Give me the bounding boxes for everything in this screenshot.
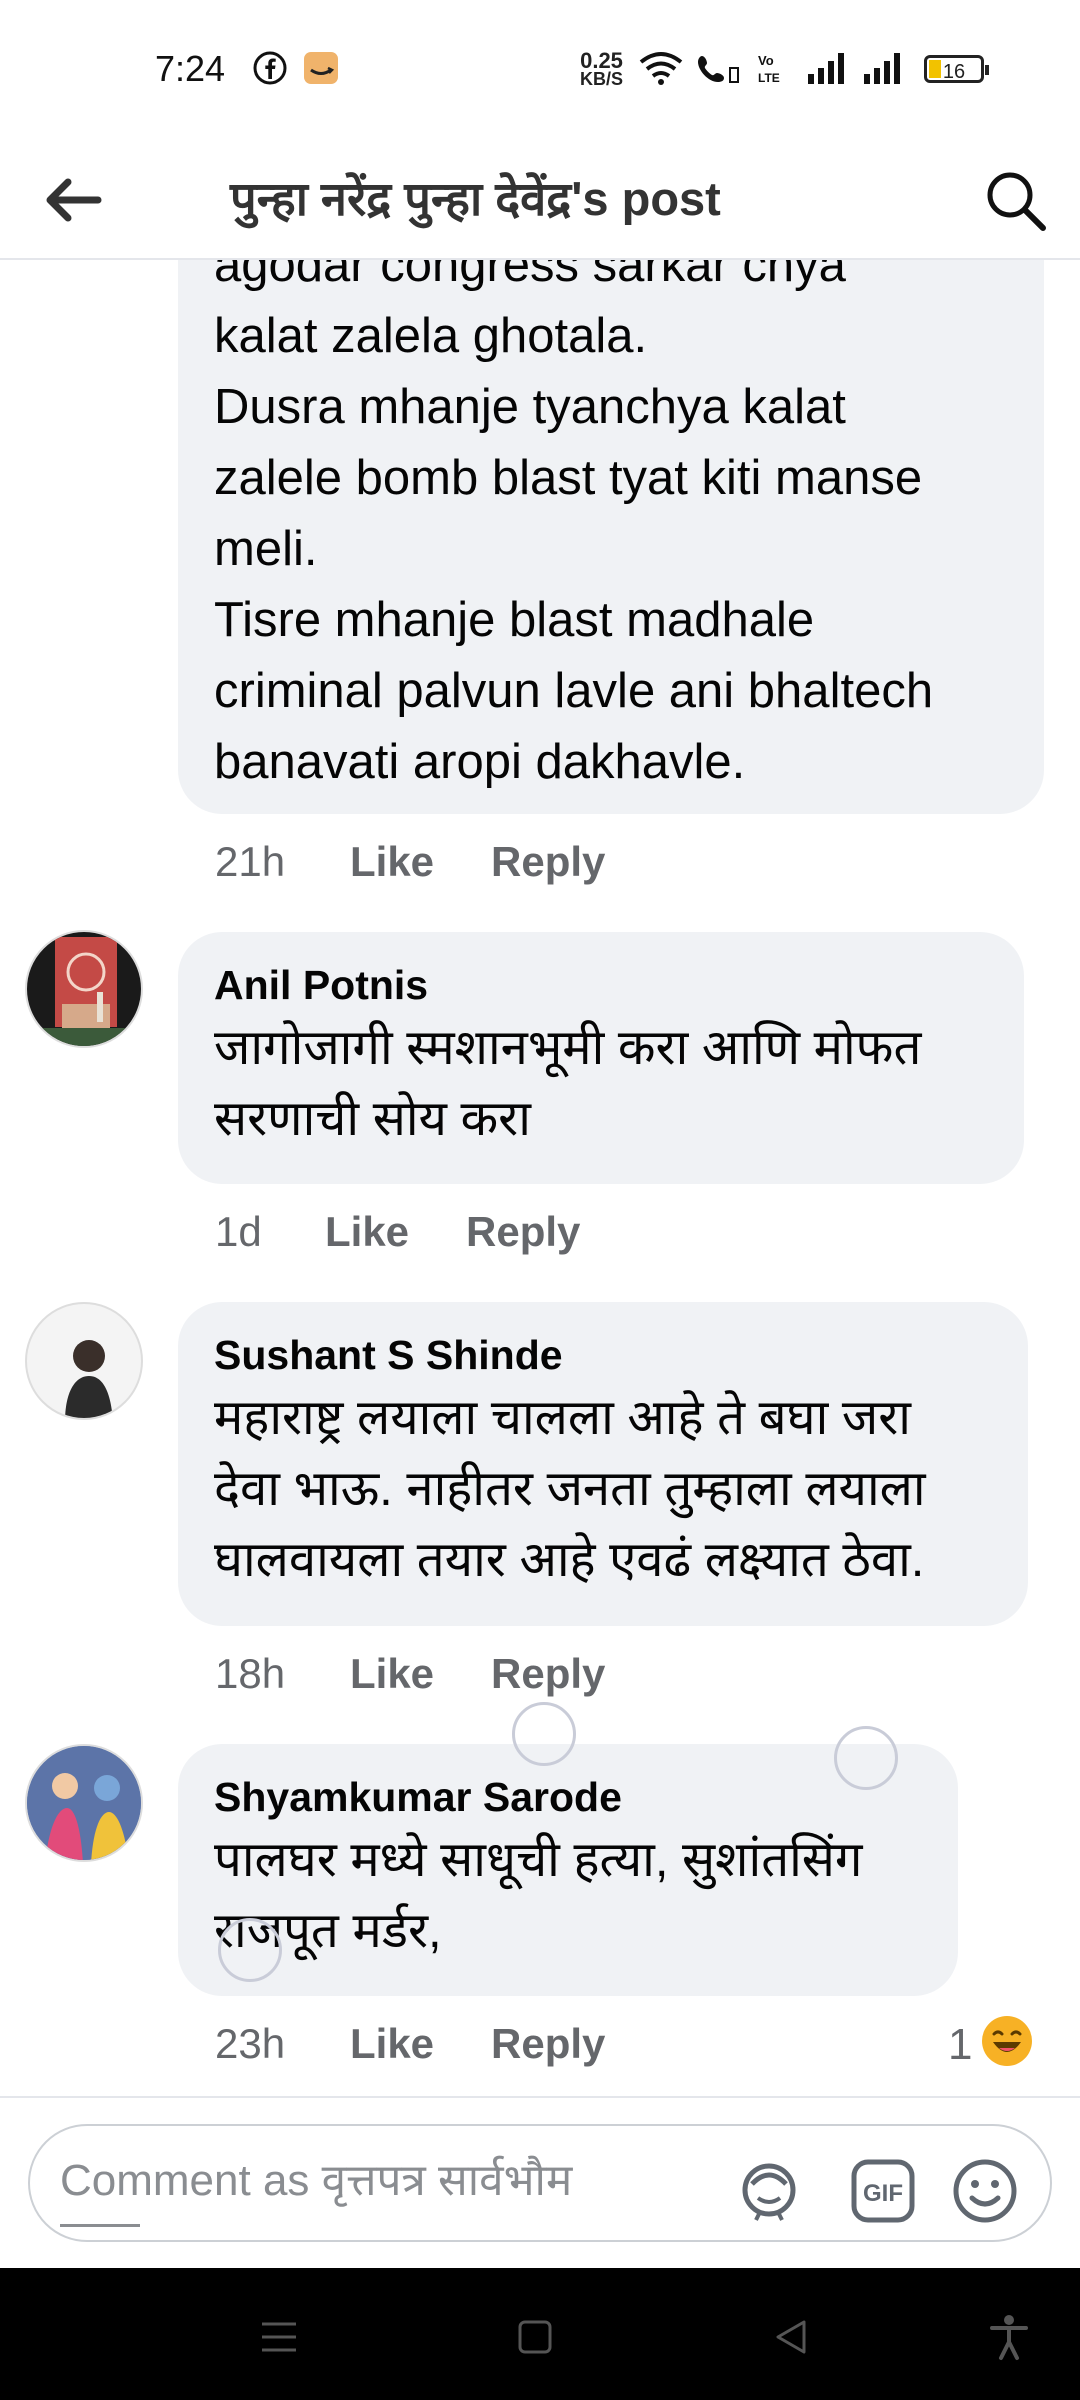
avatar-image — [65, 1340, 113, 1418]
wifi-icon — [639, 52, 683, 85]
reply-button[interactable]: Reply — [491, 2020, 605, 2068]
svg-text:LTE: LTE — [758, 71, 780, 85]
menu-icon[interactable] — [254, 2312, 304, 2362]
facebook-icon — [253, 51, 287, 85]
like-button[interactable]: Like — [350, 2020, 434, 2068]
reply-button[interactable]: Reply — [466, 1208, 580, 1256]
comment-author[interactable]: Sushant S Shinde — [214, 1332, 992, 1379]
signal-icon — [808, 53, 844, 84]
avatar[interactable] — [25, 1302, 143, 1420]
comments-list[interactable]: agodar congress sarkar chya kalat zalela… — [0, 258, 1080, 2096]
avatar-image — [27, 937, 141, 1046]
avatar[interactable] — [25, 930, 143, 1048]
comment-input[interactable]: Comment as वृत्तपत्र सार्वभौम GIF — [28, 2124, 1052, 2242]
comment-placeholder: Comment as वृत्तपत्र सार्वभौम — [60, 2156, 573, 2205]
comment-composer: Comment as वृत्तपत्र सार्वभौम GIF — [0, 2096, 1080, 2270]
like-button[interactable]: Like — [325, 1208, 409, 1256]
emoji-icon[interactable] — [950, 2156, 1020, 2226]
like-button[interactable]: Like — [350, 838, 434, 886]
comment-bubble[interactable]: Sushant S Shinde महाराष्ट्र लयाला चालला … — [178, 1302, 1028, 1626]
gif-icon[interactable]: GIF — [848, 2156, 918, 2226]
system-nav-bar — [0, 2268, 1080, 2400]
net-speed-value: 0.25 — [580, 48, 623, 73]
comment-bubble[interactable]: Shyamkumar Sarode पालघर मध्ये साधूची हत्… — [178, 1744, 958, 1996]
page-title: पुन्हा नरेंद्र पुन्हा देवेंद्र's post — [230, 172, 721, 225]
volte-label-icon: Vo LTE — [758, 53, 780, 85]
avatar[interactable] — [25, 1744, 143, 1862]
comment-author[interactable]: Anil Potnis — [214, 962, 988, 1009]
accessibility-icon[interactable] — [984, 2312, 1034, 2362]
signal-icon-2 — [864, 53, 900, 84]
avatar-sticker-icon[interactable] — [734, 2156, 804, 2226]
post-header: पुन्हा नरेंद्र पुन्हा देवेंद्र's post — [0, 140, 1080, 260]
touch-indicator — [218, 1918, 282, 1982]
like-button[interactable]: Like — [350, 1650, 434, 1698]
amazon-icon — [304, 52, 338, 84]
home-square-icon[interactable] — [510, 2312, 560, 2362]
comment-bubble[interactable]: Anil Potnis जागोजागी स्मशानभूमी करा आणि … — [178, 932, 1024, 1184]
battery-icon: 16 — [924, 55, 989, 83]
net-speed-unit: KB/S — [580, 69, 624, 89]
avatar-image — [27, 1746, 141, 1860]
reaction-count[interactable]: 1 — [948, 2020, 972, 2070]
comment-time: 18h — [215, 1650, 286, 1697]
input-underline — [60, 2224, 140, 2227]
comment-text: agodar congress sarkar chya kalat zalela… — [214, 258, 934, 789]
back-triangle-icon[interactable] — [766, 2312, 816, 2362]
search-icon[interactable] — [980, 165, 1050, 235]
back-arrow-icon[interactable] — [38, 170, 108, 230]
reply-button[interactable]: Reply — [491, 838, 605, 886]
comment-time: 1d — [215, 1208, 262, 1255]
reply-button[interactable]: Reply — [491, 1650, 605, 1698]
touch-indicator — [834, 1726, 898, 1790]
network-speed: 0.25 KB/S — [580, 48, 624, 89]
comment-text: जागोजागी स्मशानभूमी करा आणि मोफत सरणाची … — [214, 1021, 922, 1146]
status-bar: 7:24 0.25 KB/S Vo LTE 16 — [0, 0, 1080, 140]
comment-time: 21h — [215, 838, 286, 885]
volte-call-icon — [698, 56, 739, 83]
comment-author[interactable]: Shyamkumar Sarode — [214, 1774, 922, 1821]
svg-text:GIF: GIF — [863, 2180, 903, 2207]
comment-text: महाराष्ट्र लयाला चालला आहे ते बघा जरा दे… — [214, 1391, 926, 1587]
comment-time: 23h — [215, 2020, 286, 2067]
status-time: 7:24 — [155, 48, 226, 89]
haha-emoji-icon[interactable] — [982, 2016, 1032, 2066]
svg-text:Vo: Vo — [758, 53, 774, 68]
comment-bubble[interactable]: agodar congress sarkar chya kalat zalela… — [178, 258, 1044, 814]
touch-indicator — [512, 1702, 576, 1766]
comment-text: पालघर मध्ये साधूची हत्या, सुशांतसिंग राज… — [214, 1833, 863, 1958]
